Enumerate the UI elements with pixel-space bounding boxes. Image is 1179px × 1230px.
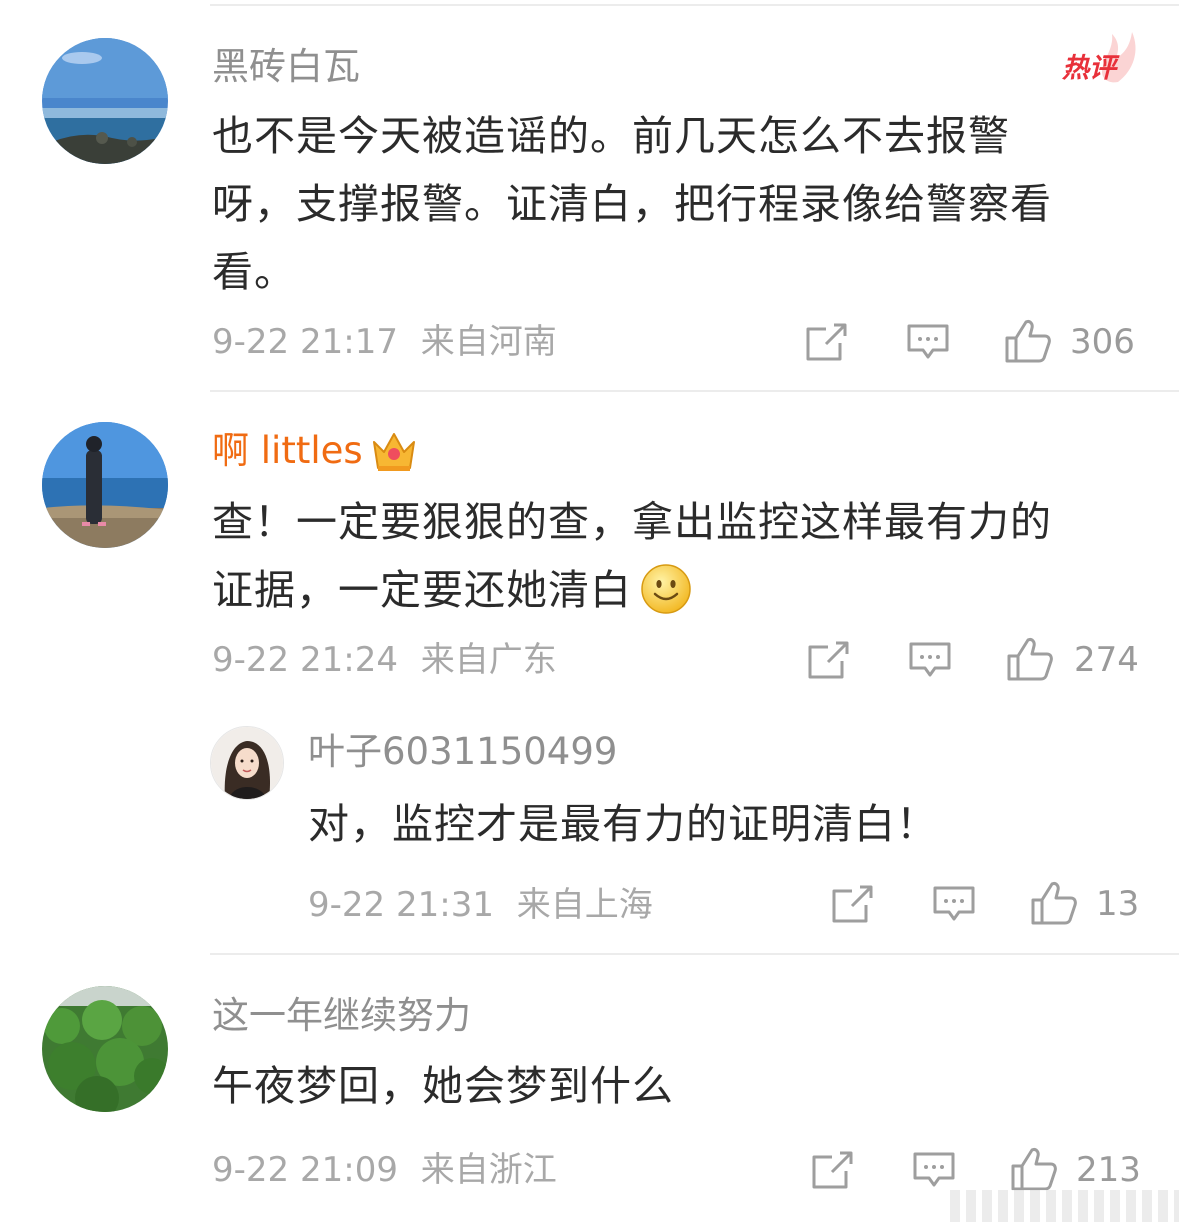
comment-meta: 9-22 21:24 来自广东 (212, 640, 557, 680)
username[interactable]: 黑砖白瓦 (212, 45, 360, 89)
comment-time: 9-22 21:09 (212, 1150, 398, 1190)
comment-meta: 9-22 21:09 来自浙江 (212, 1150, 557, 1190)
like-icon[interactable] (1004, 318, 1052, 364)
username[interactable]: 这一年继续努力 (212, 994, 471, 1038)
like-count: 274 (1074, 640, 1139, 680)
comment-icon[interactable] (908, 640, 952, 680)
avatar[interactable] (42, 986, 168, 1112)
comment-icon[interactable] (906, 322, 950, 362)
smiley-emoji-icon (641, 564, 691, 614)
comment-text-line: 呀，支撑报警。证清白，把行程录像给警察看 (212, 180, 1052, 228)
avatar-forest-image (42, 986, 168, 1112)
like-icon[interactable] (1010, 1146, 1058, 1192)
reply-location: 来自上海 (516, 885, 653, 925)
hot-comment-badge: 热评 (1058, 30, 1142, 86)
comment-time: 9-22 21:17 (212, 322, 398, 362)
comment-text-segment: 证据，一定要还她清白 (212, 566, 632, 614)
hot-badge-label: 热评 (1062, 53, 1116, 84)
comment-divider (210, 390, 1179, 392)
watermark-strip (950, 1190, 1179, 1222)
repost-icon[interactable] (830, 884, 874, 924)
vip-crown-icon (373, 433, 415, 471)
avatar[interactable] (210, 726, 284, 800)
like-icon[interactable] (1006, 636, 1054, 682)
comment-icon[interactable] (912, 1150, 956, 1190)
comment-text-line: 看。 (212, 248, 296, 296)
like-count: 13 (1096, 884, 1140, 924)
comment-location: 来自浙江 (420, 1150, 557, 1190)
repost-icon[interactable] (806, 640, 850, 680)
comment-text-line: 也不是今天被造谣的。前几天怎么不去报警 (212, 112, 1010, 160)
comment-text: 午夜梦回，她会梦到什么 (212, 1062, 674, 1110)
comment-location: 来自广东 (420, 640, 557, 680)
avatar-seascape-image (42, 38, 168, 164)
comment-text-line: 证据，一定要还她清白 (212, 556, 1142, 624)
comment-text-line: 查！一定要狠狠的查，拿出监控这样最有力的 (212, 498, 1052, 546)
comment-meta: 9-22 21:17 来自河南 (212, 322, 557, 362)
repost-icon[interactable] (804, 322, 848, 362)
avatar-portrait-image (211, 727, 283, 799)
comment-feed: 黑砖白瓦 热评 也不是今天被造谣的。前几天怎么不去报警 呀，支撑报警。证清白，把… (0, 0, 1179, 1230)
like-icon[interactable] (1030, 880, 1078, 926)
reply-meta: 9-22 21:31 来自上海 (308, 885, 653, 925)
like-count: 306 (1070, 322, 1135, 362)
avatar[interactable] (42, 422, 168, 548)
username[interactable]: 啊 littles (212, 429, 363, 473)
comment-text: 查！一定要狠狠的查，拿出监控这样最有力的 证据，一定要还她清白 (212, 488, 1142, 624)
avatar-beach-person-image (42, 422, 168, 548)
comment-divider (210, 953, 1179, 955)
comment-icon[interactable] (932, 884, 976, 924)
top-divider (210, 4, 1179, 6)
reply-text: 对，监控才是最有力的证明清白！ (308, 800, 938, 848)
comment-text: 也不是今天被造谣的。前几天怎么不去报警 呀，支撑报警。证清白，把行程录像给警察看… (212, 102, 1142, 306)
comment-time: 9-22 21:24 (212, 640, 398, 680)
comment-location: 来自河南 (420, 322, 557, 362)
repost-icon[interactable] (810, 1150, 854, 1190)
avatar[interactable] (42, 38, 168, 164)
like-count: 213 (1076, 1150, 1141, 1190)
reply-time: 9-22 21:31 (308, 885, 494, 925)
username[interactable]: 叶子6031150499 (308, 730, 617, 774)
